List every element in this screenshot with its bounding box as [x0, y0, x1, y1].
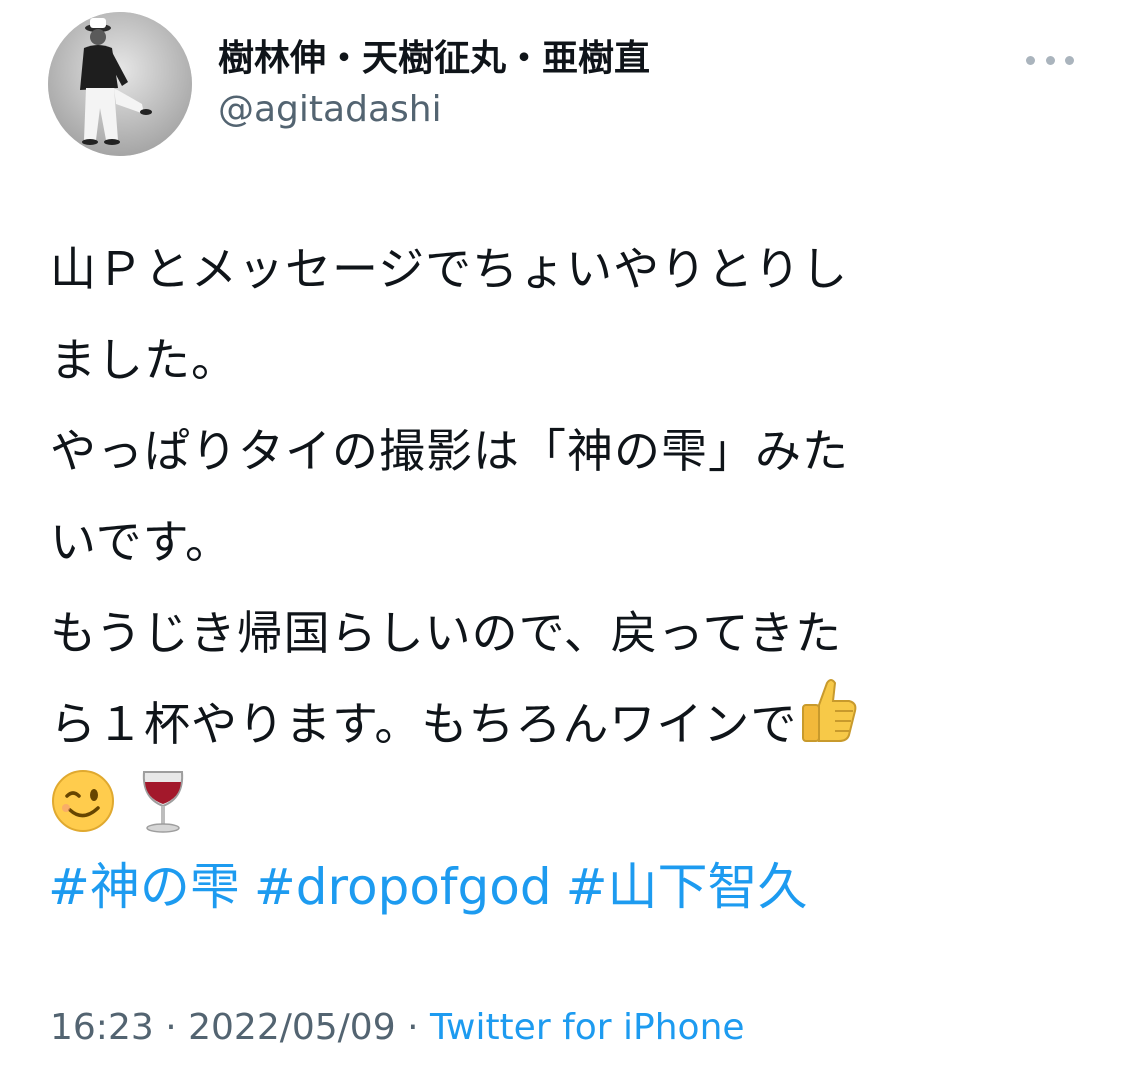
tweet-line: やっぱりタイの撮影は「神の雫」みた: [50, 424, 849, 478]
tweet-meta: 16:23 · 2022/05/09 · Twitter for iPhone: [50, 1004, 745, 1052]
tweet-line: ました。: [50, 333, 238, 387]
meta-separator: ·: [407, 1007, 419, 1048]
tweet-date[interactable]: 2022/05/09: [188, 1007, 396, 1048]
hashtag-list: #神の雫 #dropofgod #山下智久: [48, 852, 822, 922]
meta-separator: ·: [165, 1007, 177, 1048]
avatar-photo: [48, 12, 192, 156]
author-name[interactable]: 樹林伸・天樹征丸・亜樹直: [218, 36, 650, 82]
dot: [1045, 55, 1055, 65]
hashtag-link[interactable]: #神の雫: [48, 858, 240, 916]
dot: [1065, 55, 1074, 65]
tweet-line: もうじき帰国らしいので、戻ってきた: [50, 606, 843, 660]
hashtag-link[interactable]: #dropofgod: [254, 858, 552, 916]
hashtag-link[interactable]: #山下智久: [566, 858, 808, 916]
tweet-line-with-emoji: ら１杯やります。もちろんワインで: [50, 677, 1060, 773]
tweet-line-text: ら１杯やります。もちろんワインで: [50, 697, 798, 751]
tweet: 樹林伸・天樹征丸・亜樹直 @agitadashi 山Ｐとメッセージでちょいやりと…: [0, 0, 1125, 1080]
more-options-icon[interactable]: [1026, 48, 1074, 72]
wine-glass-icon: [138, 768, 188, 864]
avatar[interactable]: [48, 12, 192, 156]
tweet-time[interactable]: 16:23: [50, 1007, 154, 1048]
tweet-line: いです。: [50, 515, 233, 569]
author-handle[interactable]: @agitadashi: [218, 88, 442, 132]
tweet-text: 山Ｐとメッセージでちょいやりとりし ました。 やっぱりタイの撮影は「神の雫」みた…: [50, 224, 1060, 861]
tweet-source-link[interactable]: Twitter for iPhone: [430, 1007, 745, 1048]
thumbs-up-icon: [797, 677, 859, 773]
dot: [1026, 55, 1035, 65]
winking-face-icon: [50, 768, 116, 864]
emoji-row: [50, 768, 1060, 864]
tweet-line: 山Ｐとメッセージでちょいやりとりし: [50, 242, 849, 296]
